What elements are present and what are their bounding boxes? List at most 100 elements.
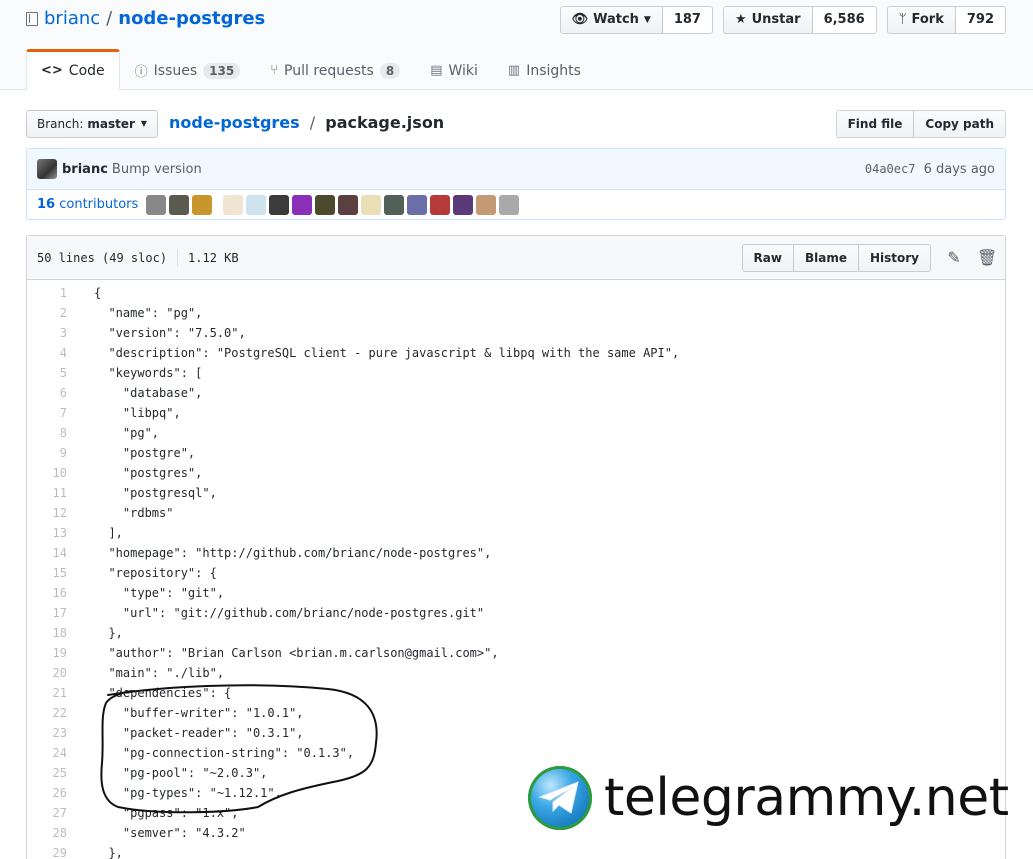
line-number[interactable]: 28	[27, 823, 77, 843]
line-number[interactable]: 1	[27, 283, 77, 303]
contributor-avatar[interactable]	[223, 194, 244, 215]
raw-button[interactable]: Raw	[742, 244, 793, 271]
line-number[interactable]: 6	[27, 383, 77, 403]
line-code: "database",	[94, 386, 203, 400]
contributor-avatar[interactable]	[338, 194, 359, 215]
line-code: "libpq",	[94, 406, 181, 420]
code-line: 29 },	[27, 843, 1005, 859]
avatar[interactable]	[37, 159, 57, 179]
commit-sha-link[interactable]: 04a0ec7	[865, 162, 916, 176]
copy-path-button[interactable]: Copy path	[913, 111, 1005, 137]
repo-name-link[interactable]: node-postgres	[118, 7, 265, 31]
line-number[interactable]: 5	[27, 363, 77, 383]
line-number[interactable]: 7	[27, 403, 77, 423]
line-number[interactable]: 26	[27, 783, 77, 803]
history-button[interactable]: History	[857, 244, 930, 271]
line-code: },	[94, 626, 123, 640]
tab-wiki[interactable]: ▤ Wiki	[415, 49, 493, 90]
unstar-label: Unstar	[751, 12, 801, 27]
contributor-avatar[interactable]	[292, 194, 313, 215]
code-line: 22 "buffer-writer": "1.0.1",	[27, 703, 1005, 723]
contributors-link[interactable]: 16 contributors	[37, 197, 138, 212]
contributor-avatar[interactable]	[169, 194, 190, 215]
contributor-avatar[interactable]	[361, 194, 382, 215]
contributor-avatar[interactable]	[269, 194, 290, 215]
line-number[interactable]: 23	[27, 723, 77, 743]
trash-icon[interactable]: 🗑	[977, 248, 997, 267]
contributor-avatar[interactable]	[146, 194, 167, 215]
commit-message-link[interactable]: Bump version	[112, 162, 202, 177]
issue-icon: ⓘ	[134, 65, 148, 80]
code-line: 15 "repository": {	[27, 563, 1005, 583]
code-line: 1{	[27, 283, 1005, 303]
file-actions: Raw Blame History ✎ 🗑	[741, 243, 997, 272]
file-header: 50 lines (49 sloc) 1.12 KB Raw Blame His…	[27, 236, 1005, 280]
find-file-button[interactable]: Find file	[836, 111, 914, 137]
line-code: "url": "git://github.com/brianc/node-pos…	[94, 606, 485, 620]
code-line: 3 "version": "7.5.0",	[27, 323, 1005, 343]
line-number[interactable]: 3	[27, 323, 77, 343]
line-number[interactable]: 15	[27, 563, 77, 583]
line-number[interactable]: 4	[27, 343, 77, 363]
line-number[interactable]: 18	[27, 623, 77, 643]
line-number[interactable]: 9	[27, 443, 77, 463]
line-number[interactable]: 10	[27, 463, 77, 483]
line-number[interactable]: 22	[27, 703, 77, 723]
line-number[interactable]: 19	[27, 643, 77, 663]
repo-owner-link[interactable]: brianc	[44, 7, 100, 31]
watch-button[interactable]: 👁 Watch ▼	[560, 7, 663, 33]
line-number[interactable]: 25	[27, 763, 77, 783]
branch-select-button[interactable]: Branch: master ▼	[26, 110, 159, 138]
line-number[interactable]: 12	[27, 503, 77, 523]
breadcrumb-file: package.json	[325, 113, 445, 132]
line-code: "main": "./lib",	[94, 666, 225, 680]
fork-count[interactable]: 792	[955, 7, 1005, 33]
line-number[interactable]: 29	[27, 843, 77, 859]
tab-issues[interactable]: ⓘ Issues 135	[120, 49, 256, 90]
line-number[interactable]: 16	[27, 583, 77, 603]
watch-count[interactable]: 187	[662, 7, 712, 33]
contributor-avatar[interactable]	[315, 194, 336, 215]
commit-tease-box: brianc Bump version 04a0ec7 6 days ago 1…	[26, 148, 1006, 220]
line-number[interactable]: 24	[27, 743, 77, 763]
fork-button[interactable]: ᛘ Fork	[887, 7, 956, 33]
commit-author-link[interactable]: brianc	[62, 162, 108, 177]
code-line: 8 "pg",	[27, 423, 1005, 443]
line-number[interactable]: 17	[27, 603, 77, 623]
code-line: 19 "author": "Brian Carlson <brian.m.car…	[27, 643, 1005, 663]
pencil-icon[interactable]: ✎	[945, 248, 963, 267]
pull-request-icon: ⑂	[270, 63, 279, 78]
contributor-avatar[interactable]	[476, 194, 497, 215]
blame-button[interactable]: Blame	[792, 244, 858, 271]
breadcrumb-root-link[interactable]: node-postgres	[169, 113, 300, 132]
tab-pull-requests[interactable]: ⑂ Pull requests 8	[255, 49, 415, 90]
line-code: "semver": "4.3.2"	[94, 826, 246, 840]
telegram-logo-icon	[528, 766, 592, 830]
tab-insights[interactable]: ▥ Insights	[493, 49, 596, 90]
line-number[interactable]: 11	[27, 483, 77, 503]
file-info-divider	[177, 248, 179, 267]
contributor-avatar[interactable]	[499, 194, 520, 215]
line-code: "repository": {	[94, 566, 217, 580]
code-line: 7 "libpq",	[27, 403, 1005, 423]
contributor-avatar[interactable]	[246, 194, 267, 215]
star-count[interactable]: 6,586	[812, 7, 876, 33]
contributor-avatar[interactable]	[407, 194, 428, 215]
line-number[interactable]: 27	[27, 803, 77, 823]
line-number[interactable]: 21	[27, 683, 77, 703]
line-number[interactable]: 2	[27, 303, 77, 323]
line-number[interactable]: 8	[27, 423, 77, 443]
breadcrumb-separator: /	[309, 113, 316, 132]
line-number[interactable]: 14	[27, 543, 77, 563]
tab-code[interactable]: <> Code	[26, 49, 120, 90]
line-number[interactable]: 13	[27, 523, 77, 543]
line-code: "name": "pg",	[94, 306, 203, 320]
contributor-avatar[interactable]	[384, 194, 405, 215]
contributor-avatar[interactable]	[430, 194, 451, 215]
contributor-avatar[interactable]	[192, 194, 213, 215]
line-number[interactable]: 20	[27, 663, 77, 683]
unstar-button[interactable]: ★ Unstar	[723, 7, 813, 33]
tab-insights-label: Insights	[526, 62, 581, 79]
contributors-label: contributors	[59, 197, 139, 212]
contributor-avatar[interactable]	[453, 194, 474, 215]
